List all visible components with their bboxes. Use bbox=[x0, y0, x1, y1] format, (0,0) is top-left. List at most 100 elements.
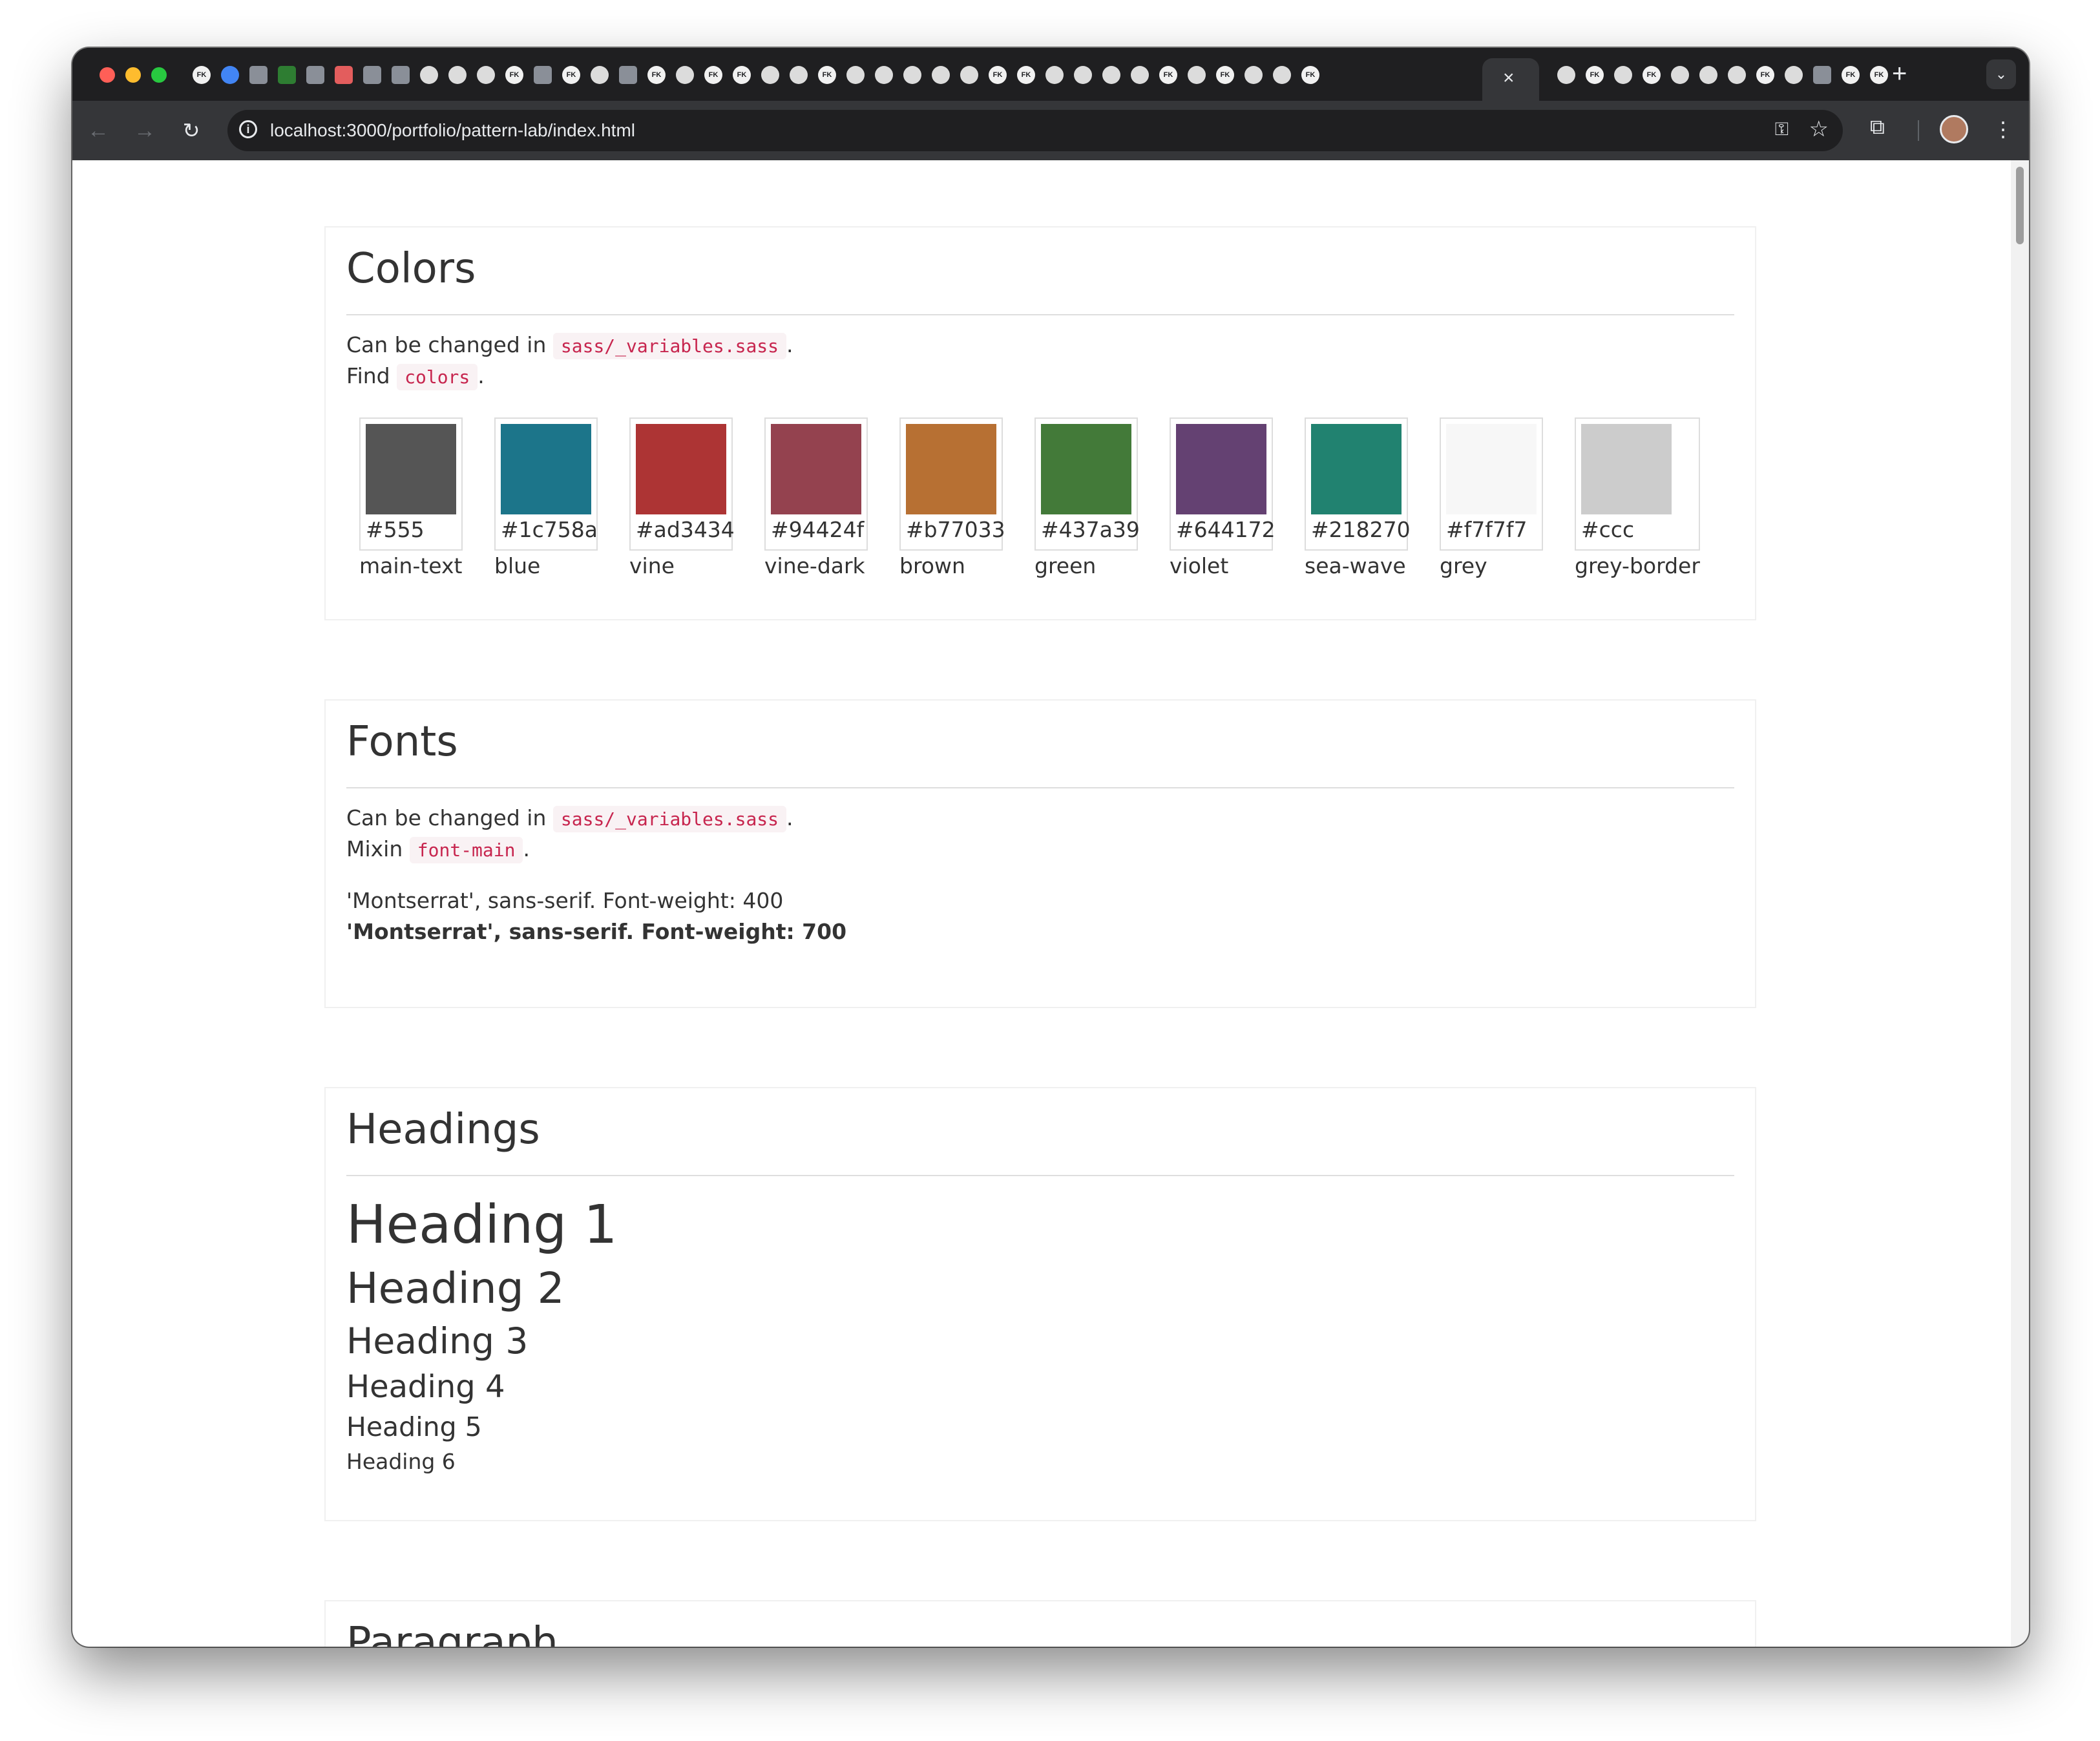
app-icon bbox=[249, 66, 268, 84]
tab-tabs_after-11[interactable]: FK bbox=[1865, 61, 1893, 89]
tab-tabs-21[interactable] bbox=[784, 61, 813, 89]
tab-tabs-1[interactable] bbox=[216, 61, 244, 89]
swatch-color-fill bbox=[1311, 424, 1402, 514]
color-swatch-vine-dark: #94424f bbox=[764, 417, 868, 551]
tab-tabs-6[interactable] bbox=[358, 61, 386, 89]
globe-icon bbox=[1557, 66, 1575, 84]
tab-tabs-35[interactable] bbox=[1182, 61, 1211, 89]
fonts-line-2: Mixin font-main. bbox=[346, 835, 530, 865]
tab-tabs_after-6[interactable] bbox=[1723, 61, 1751, 89]
forward-button[interactable]: → bbox=[129, 115, 160, 146]
swatch-name: violet bbox=[1170, 553, 1229, 578]
tab-tabs-28[interactable]: FK bbox=[983, 61, 1012, 89]
tab-tabs-31[interactable] bbox=[1069, 61, 1097, 89]
tab-tabs-25[interactable] bbox=[898, 61, 927, 89]
tab-tabs-16[interactable]: FK bbox=[642, 61, 671, 89]
app-icon bbox=[306, 66, 324, 84]
close-window-button[interactable] bbox=[100, 67, 115, 83]
tab-tabs-19[interactable]: FK bbox=[728, 61, 756, 89]
fonts-line-2-text: Mixin bbox=[346, 836, 403, 861]
colors-line-2-end: . bbox=[478, 363, 485, 388]
fonts-section: Fonts Can be changed in sass/_variables.… bbox=[324, 699, 1756, 1008]
more-menu-icon[interactable]: ⋮ bbox=[1993, 114, 2013, 145]
swatch-color-fill bbox=[1041, 424, 1131, 514]
tab-tabs-9[interactable] bbox=[443, 61, 472, 89]
tab-tabs_after-0[interactable] bbox=[1552, 61, 1580, 89]
tab-tabs-39[interactable]: FK bbox=[1296, 61, 1325, 89]
tab-tabs-23[interactable] bbox=[841, 61, 870, 89]
address-bar[interactable]: i localhost:3000/portfolio/pattern-lab/i… bbox=[227, 110, 1843, 151]
tab-tabs-0[interactable]: FK bbox=[187, 61, 216, 89]
swatch-hex: #437a39 bbox=[1041, 517, 1140, 542]
new-tab-button[interactable]: + bbox=[1892, 59, 1907, 88]
tab-search-button[interactable]: ⌄ bbox=[1986, 59, 2016, 89]
font-sample-bold: 'Montserrat', sans-serif. Font-weight: 7… bbox=[346, 919, 847, 944]
tab-tabs-18[interactable]: FK bbox=[699, 61, 728, 89]
tab-tabs-10[interactable] bbox=[472, 61, 500, 89]
tab-tabs-29[interactable]: FK bbox=[1012, 61, 1040, 89]
extensions-puzzle-icon[interactable]: ⧉ bbox=[1870, 115, 1885, 140]
tab-tabs-12[interactable] bbox=[529, 61, 557, 89]
tab-tabs_after-8[interactable] bbox=[1780, 61, 1808, 89]
swatch-name: grey-border bbox=[1575, 553, 1700, 578]
tab-tabs-37[interactable] bbox=[1239, 61, 1268, 89]
tab-tabs-36[interactable]: FK bbox=[1211, 61, 1239, 89]
tab-tabs-4[interactable] bbox=[301, 61, 330, 89]
fonts-mixin-code: font-main bbox=[409, 837, 523, 863]
tab-tabs_after-3[interactable]: FK bbox=[1637, 61, 1666, 89]
tab-tabs_after-1[interactable]: FK bbox=[1580, 61, 1609, 89]
tab-tabs-34[interactable]: FK bbox=[1154, 61, 1182, 89]
scrollbar-thumb[interactable] bbox=[2016, 167, 2024, 244]
tab-tabs-13[interactable]: FK bbox=[557, 61, 585, 89]
tab-tabs-8[interactable] bbox=[415, 61, 443, 89]
close-tab-icon[interactable]: × bbox=[1503, 69, 1515, 88]
tab-tabs_after-2[interactable] bbox=[1609, 61, 1637, 89]
swatch-hex: #ccc bbox=[1581, 517, 1635, 542]
tab-tabs-32[interactable] bbox=[1097, 61, 1126, 89]
bookmark-star-icon[interactable]: ☆ bbox=[1809, 116, 1829, 142]
back-button[interactable]: ← bbox=[83, 115, 114, 146]
swatch-hex: #555 bbox=[366, 517, 425, 542]
color-swatch-sea-wave: #218270 bbox=[1305, 417, 1411, 551]
tab-tabs-2[interactable] bbox=[244, 61, 273, 89]
tab-tabs_after-10[interactable]: FK bbox=[1836, 61, 1865, 89]
swatch-name: vine-dark bbox=[764, 553, 865, 578]
tab-tabs_after-4[interactable] bbox=[1666, 61, 1694, 89]
tab-tabs-24[interactable] bbox=[870, 61, 898, 89]
tab-tabs-33[interactable] bbox=[1126, 61, 1154, 89]
tab-tabs-17[interactable] bbox=[671, 61, 699, 89]
globe-icon bbox=[1244, 66, 1263, 84]
tab-tabs-7[interactable] bbox=[386, 61, 415, 89]
tab-tabs-3[interactable] bbox=[273, 61, 301, 89]
tab-tabs-38[interactable] bbox=[1268, 61, 1296, 89]
colors-line-1-end: . bbox=[786, 332, 793, 357]
site-info-icon[interactable]: i bbox=[239, 120, 257, 138]
tab-tabs-11[interactable]: FK bbox=[500, 61, 529, 89]
reload-button[interactable]: ↻ bbox=[176, 115, 207, 146]
profile-avatar[interactable] bbox=[1940, 115, 1968, 143]
colors-section: Colors Can be changed in sass/_variables… bbox=[324, 226, 1756, 620]
tab-tabs_after-7[interactable]: FK bbox=[1751, 61, 1780, 89]
globe-icon bbox=[903, 66, 921, 84]
tab-tabs-5[interactable] bbox=[330, 61, 358, 89]
url-text[interactable]: localhost:3000/portfolio/pattern-lab/ind… bbox=[270, 110, 635, 151]
tab-tabs-20[interactable] bbox=[756, 61, 784, 89]
tab-tabs-30[interactable] bbox=[1040, 61, 1069, 89]
tab-tabs-14[interactable] bbox=[585, 61, 614, 89]
tab-tabs-27[interactable] bbox=[955, 61, 983, 89]
fk-icon: FK bbox=[562, 66, 580, 84]
page-scrollbar[interactable] bbox=[2011, 160, 2029, 1647]
tab-tabs_after-9[interactable] bbox=[1808, 61, 1836, 89]
active-tab[interactable]: × bbox=[1482, 58, 1539, 101]
toolbar-divider bbox=[1918, 120, 1919, 141]
tab-tabs_after-5[interactable] bbox=[1694, 61, 1723, 89]
password-key-icon[interactable]: ⚿ bbox=[1775, 119, 1789, 140]
tab-tabs-22[interactable]: FK bbox=[813, 61, 841, 89]
minimize-window-button[interactable] bbox=[125, 67, 141, 83]
tab-tabs-26[interactable] bbox=[927, 61, 955, 89]
tab-tabs-15[interactable] bbox=[614, 61, 642, 89]
colors-title: Colors bbox=[346, 245, 476, 293]
globe-icon bbox=[477, 66, 495, 84]
globe-icon bbox=[1074, 66, 1092, 84]
maximize-window-button[interactable] bbox=[151, 67, 167, 83]
